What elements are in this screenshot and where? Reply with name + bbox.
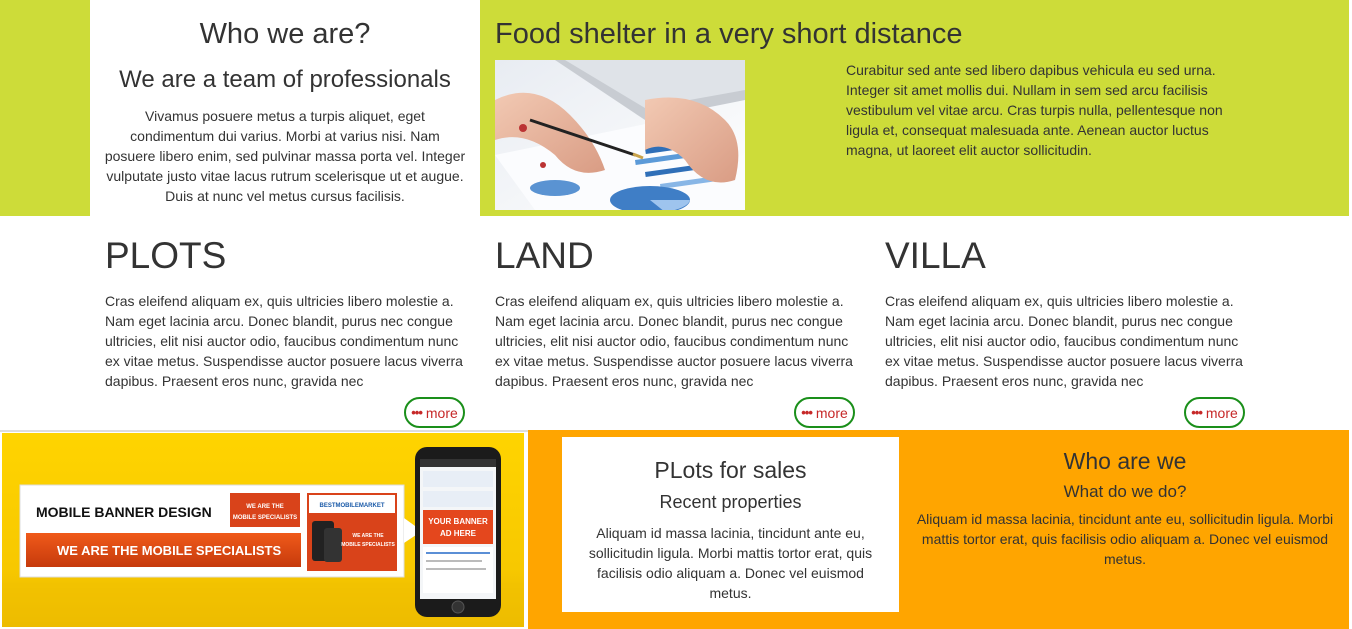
- banner-brand: BESTMOBILEMARKET: [320, 503, 385, 509]
- column-title: VILLA: [885, 235, 986, 276]
- column-text: Cras eleifend aliquam ex, quis ultricies…: [105, 293, 463, 389]
- svg-text:MOBILE SPECIALISTS: MOBILE SPECIALISTS: [233, 515, 297, 521]
- column-land: LAND Cras eleifend aliquam ex, quis ultr…: [495, 234, 865, 428]
- column-plots: PLOTS Cras eleifend aliquam ex, quis ult…: [105, 234, 475, 428]
- svg-text:MOBILE SPECIALISTS: MOBILE SPECIALISTS: [341, 542, 395, 548]
- plots-sale-title: PLots for sales: [654, 457, 807, 483]
- column-villa: VILLA Cras eleifend aliquam ex, quis ult…: [885, 234, 1255, 428]
- food-title: Food shelter in a very short distance: [495, 18, 963, 50]
- dots-icon: •••: [411, 405, 423, 420]
- banner-line2: WE ARE THE MOBILE SPECIALISTS: [57, 543, 281, 558]
- svg-text:YOUR BANNER: YOUR BANNER: [428, 517, 488, 526]
- dots-icon: •••: [801, 405, 813, 420]
- food-text: Curabitur sed ante sed libero dapibus ve…: [846, 62, 1223, 158]
- svg-text:WE ARE THE: WE ARE THE: [352, 533, 384, 539]
- who-text: Aliquam id massa lacinia, tincidunt ante…: [916, 511, 1334, 567]
- column-text: Cras eleifend aliquam ex, quis ultricies…: [495, 293, 853, 389]
- about-panel: Who we are? We are a team of professiona…: [90, 0, 480, 216]
- dots-icon: •••: [1191, 405, 1203, 420]
- who-title: Who are we: [1063, 448, 1187, 474]
- about-text: Vivamus posuere metus a turpis aliquet, …: [104, 108, 466, 204]
- about-subtitle: We are a team of professionals: [119, 66, 451, 93]
- who-panel: Who are we What do we do? Aliquam id mas…: [910, 447, 1340, 569]
- column-title: PLOTS: [105, 235, 227, 276]
- mobile-banner-ad[interactable]: MOBILE BANNER DESIGN WE ARE THE MOBILE S…: [2, 433, 524, 627]
- more-label: more: [425, 404, 458, 421]
- who-subtitle: What do we do?: [1063, 482, 1187, 501]
- column-title: LAND: [495, 235, 594, 276]
- svg-text:WE ARE THE: WE ARE THE: [246, 504, 283, 510]
- svg-text:AD HERE: AD HERE: [440, 529, 477, 538]
- plots-sale-subtitle: Recent properties: [659, 492, 802, 512]
- business-chart-photo: [495, 60, 745, 210]
- more-button[interactable]: ••• more: [404, 397, 465, 428]
- plots-sale-panel: PLots for sales Recent properties Aliqua…: [562, 437, 899, 612]
- banner-line1: MOBILE BANNER DESIGN: [36, 504, 212, 520]
- more-label: more: [815, 404, 848, 421]
- more-label: more: [1205, 404, 1238, 421]
- more-button[interactable]: ••• more: [794, 397, 855, 428]
- about-title: Who we are?: [199, 18, 371, 50]
- column-text: Cras eleifend aliquam ex, quis ultricies…: [885, 293, 1243, 389]
- plots-sale-text: Aliquam id massa lacinia, tincidunt ante…: [588, 525, 873, 601]
- more-button[interactable]: ••• more: [1184, 397, 1245, 428]
